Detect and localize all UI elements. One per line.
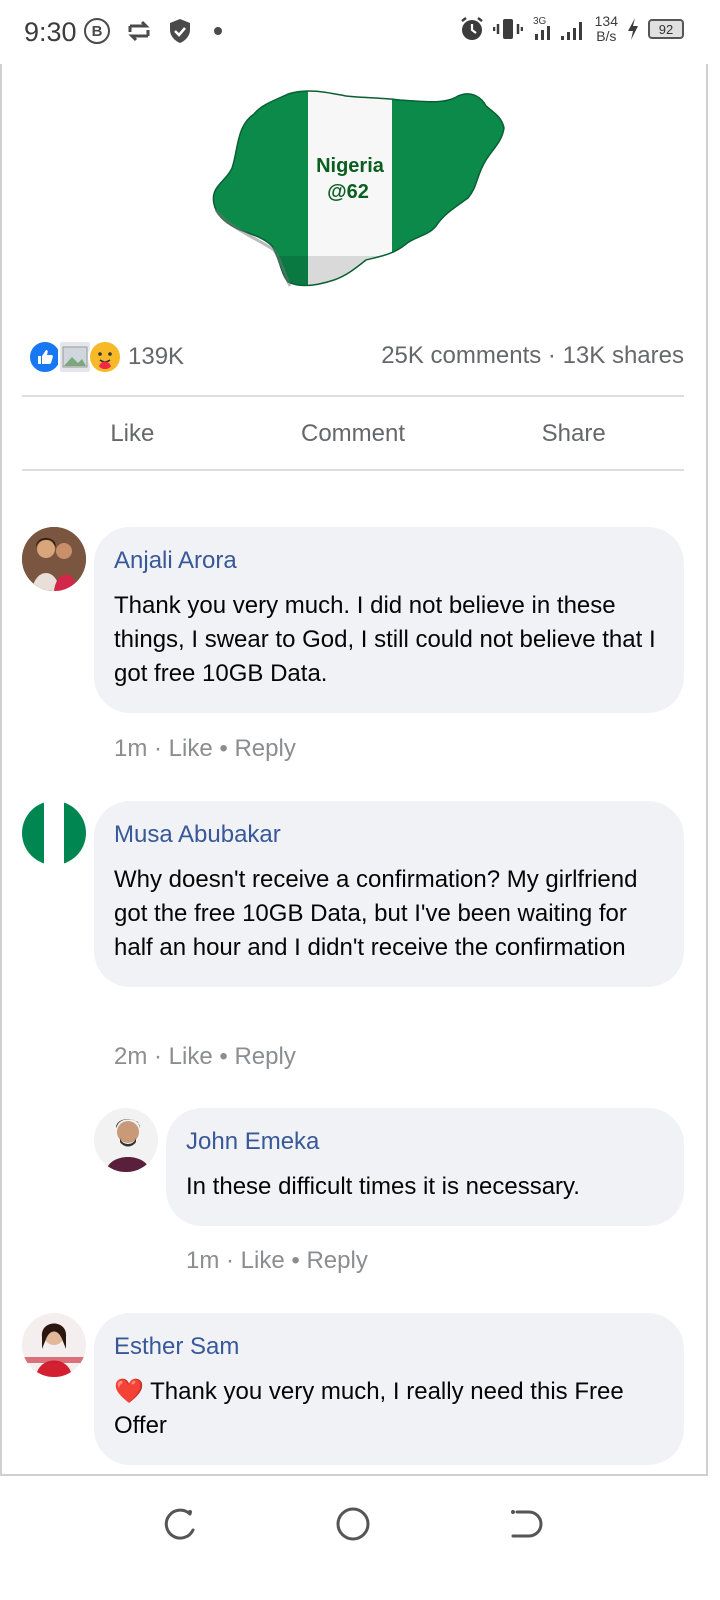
- like-reaction-icon: [28, 340, 62, 374]
- commenter-name[interactable]: John Emeka: [186, 1128, 664, 1156]
- battery-icon: 92: [648, 19, 684, 39]
- comment-text: Thank you very much. I did not believe i…: [114, 592, 656, 687]
- card-border-left: [0, 64, 2, 1474]
- card-border-right: [706, 64, 708, 1474]
- system-navigation-bar: [0, 1476, 720, 1600]
- comment-meta: 2m · Like • Reply: [114, 1043, 296, 1070]
- comment-bubble: John Emeka In these difficult times it i…: [166, 1108, 684, 1226]
- reaction-summary[interactable]: 139K: [28, 340, 184, 374]
- comment-reply-button[interactable]: Reply: [234, 735, 295, 762]
- heart-emoji-icon: ❤️: [114, 1378, 144, 1405]
- comment-time: 1m: [114, 735, 148, 762]
- comment-meta: 1m · Like • Reply: [114, 735, 296, 762]
- status-time: 9:30: [24, 17, 77, 47]
- commenter-name[interactable]: Musa Abubakar: [114, 821, 664, 849]
- share-button[interactable]: Share: [463, 398, 684, 470]
- comment-bubble: Anjali Arora Thank you very much. I did …: [94, 527, 684, 713]
- comment-time: 1m: [186, 1247, 220, 1274]
- status-bar: 9:30 B 3G 134 B/s 92: [0, 0, 720, 64]
- status-right-icons: 3G 134 B/s 92: [459, 14, 684, 44]
- reaction-count: 139K: [128, 343, 185, 370]
- post-stats[interactable]: 25K comments · 13K shares: [381, 342, 684, 370]
- alarm-icon: [460, 17, 483, 40]
- care-reaction-icon: [88, 340, 122, 374]
- comment-like-button[interactable]: Like: [169, 1043, 213, 1070]
- svg-text:3G: 3G: [533, 16, 547, 27]
- comment-meta: 1m · Like • Reply: [186, 1247, 368, 1274]
- avatar[interactable]: [22, 1313, 86, 1377]
- post-actions: Like Comment Share: [22, 398, 684, 470]
- image-reaction-icon: [58, 340, 92, 374]
- comment-text: ❤️ Thank you very much, I really need th…: [114, 1378, 624, 1439]
- net-speed: 134 B/s: [594, 13, 618, 44]
- recent-apps-icon[interactable]: [160, 1504, 200, 1544]
- comment-like-button[interactable]: Like: [169, 735, 213, 762]
- shield-icon: [170, 19, 190, 43]
- commenter-name[interactable]: Anjali Arora: [114, 547, 664, 575]
- comment-bubble: Musa Abubakar Why doesn't receive a conf…: [94, 801, 684, 987]
- commenter-name[interactable]: Esther Sam: [114, 1333, 664, 1361]
- post-image-nigeria-map[interactable]: Nigeria @62: [196, 86, 512, 296]
- repeat-icon: [128, 20, 150, 42]
- comment-text: Why doesn't receive a confirmation? My g…: [114, 866, 638, 961]
- back-icon[interactable]: [505, 1504, 545, 1544]
- comment-reply-button[interactable]: Reply: [234, 1043, 295, 1070]
- signal-icon: 3G: [533, 16, 582, 40]
- map-text-line1: Nigeria: [316, 155, 385, 177]
- home-icon[interactable]: [333, 1504, 373, 1544]
- avatar[interactable]: [22, 801, 86, 865]
- avatar[interactable]: [22, 527, 86, 591]
- comment-like-button[interactable]: Like: [241, 1247, 285, 1274]
- status-left-icons: B: [84, 18, 222, 44]
- notification-dot-icon: [214, 27, 222, 35]
- map-text-line2: @62: [327, 181, 369, 203]
- charging-icon: [628, 18, 638, 40]
- divider-bottom: [22, 469, 684, 471]
- comment-text: In these difficult times it is necessary…: [186, 1173, 580, 1200]
- comment-button[interactable]: Comment: [243, 398, 464, 470]
- like-button[interactable]: Like: [22, 398, 243, 470]
- vibrate-icon: [492, 19, 523, 39]
- avatar[interactable]: [94, 1108, 158, 1172]
- comment-reply-button[interactable]: Reply: [306, 1247, 367, 1274]
- b-badge-icon: B: [84, 18, 110, 44]
- comment-time: 2m: [114, 1043, 148, 1070]
- divider-top: [22, 395, 684, 397]
- comment-bubble: Esther Sam ❤️ Thank you very much, I rea…: [94, 1313, 684, 1465]
